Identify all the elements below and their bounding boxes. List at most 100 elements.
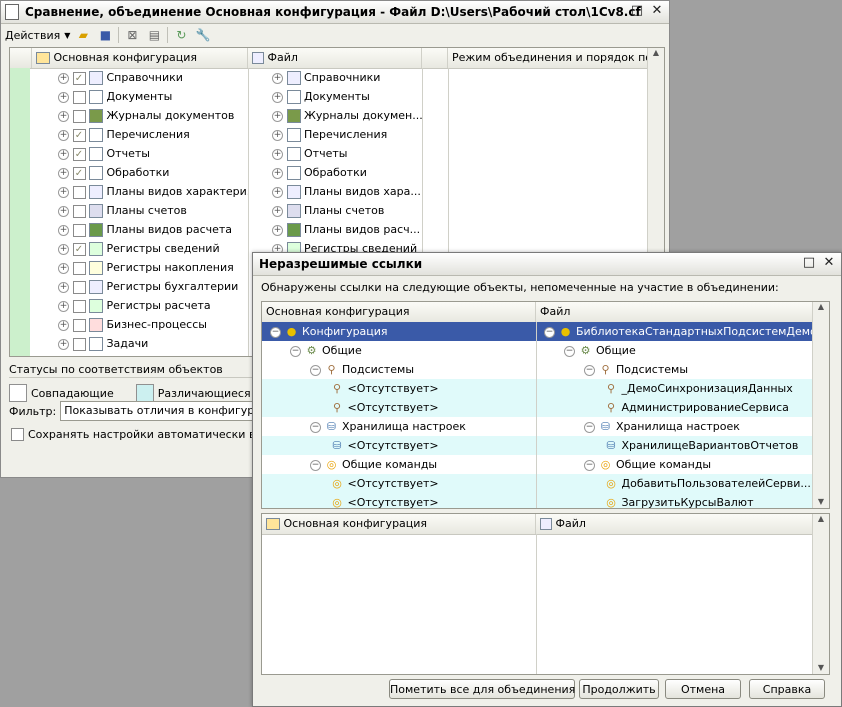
expand-icon[interactable]: + [272,129,283,141]
merge-checkbox[interactable]: ✓ [72,128,86,142]
expand-icon[interactable]: + [58,205,69,217]
close-icon[interactable]: ✕ [821,255,837,271]
collapse-icon[interactable]: − [290,345,301,357]
scroll-up-icon[interactable]: ▲ [648,48,664,57]
tree-row[interactable]: − ⚙ Общие − ⚙ Общие [262,341,813,360]
expand-icon[interactable]: + [58,148,69,160]
header-file[interactable]: Файл [248,48,422,68]
merge-checkbox[interactable]: ✓ [72,71,86,85]
refresh-icon[interactable]: ↻ [172,26,190,44]
tree-row[interactable]: − ⚲ Подсистемы − ⚲ Подсистемы [262,360,813,379]
merge-checkbox[interactable] [72,223,86,237]
tree-row[interactable]: ◎ <Отсутствует> ◎ ЗагрузитьКурсыВалют [262,493,813,508]
collapse-icon[interactable]: − [310,364,321,376]
settings-wrench-icon[interactable]: 🔧 [194,26,212,44]
filter-select[interactable]: Показывать отличия в конфигурациях [60,401,259,421]
merge-checkbox[interactable] [72,318,86,332]
tree-row[interactable]: + ✓ Справочники + Справочники [10,68,664,87]
open-folder-icon[interactable]: ▰ [74,26,92,44]
collapse-icon[interactable]: − [584,364,595,376]
merge-checkbox[interactable]: ✓ [72,147,86,161]
expand-icon[interactable]: + [58,167,69,179]
maximize-icon[interactable]: □ [801,255,817,271]
header-main-config[interactable]: Основная конфигурация [262,302,536,322]
unresolved-links-grid[interactable]: Основная конфигурация Файл − ● Конфигура… [261,301,830,509]
maximize-icon[interactable]: □ [629,3,645,19]
expand-icon[interactable]: + [58,300,69,312]
merge-checkbox[interactable] [72,280,86,294]
expand-icon[interactable]: + [58,72,69,84]
tree-row[interactable]: ⛁ <Отсутствует> ⛁ ХранилищеВариантовОтчет… [262,436,813,455]
expand-icon[interactable]: + [58,319,69,331]
expand-icon[interactable]: + [272,167,283,179]
expand-icon[interactable]: + [272,224,283,236]
autosave-checkbox[interactable] [11,428,24,441]
merge-checkbox[interactable] [72,261,86,275]
expand-icon[interactable]: + [272,91,283,103]
merge-checkbox[interactable]: ✓ [72,242,86,256]
expand-icon[interactable]: + [272,205,283,217]
expand-icon[interactable]: + [272,110,283,122]
tree-row[interactable]: − ◎ Общие команды − ◎ Общие команды [262,455,813,474]
expand-icon[interactable]: + [272,186,283,198]
tree-row[interactable]: + Журналы документов + Журналы докумен... [10,106,664,125]
tree-row[interactable]: ⚲ <Отсутствует> ⚲ _ДемоСинхронизацияДанны… [262,379,813,398]
vertical-scrollbar[interactable]: ▲ ▼ [812,514,829,674]
collapse-icon[interactable]: − [564,345,575,357]
merge-checkbox[interactable] [72,337,86,351]
collapse-icon[interactable]: − [584,421,595,433]
save-icon[interactable]: ■ [96,26,114,44]
expand-icon[interactable]: + [272,72,283,84]
expand-icon[interactable]: + [58,110,69,122]
actions-menu[interactable]: Действия [5,29,60,42]
collapse-icon[interactable]: − [310,459,321,471]
merge-checkbox[interactable] [72,109,86,123]
tree-row[interactable]: + Планы видов характери... + Планы видов … [10,182,664,201]
tree-row[interactable]: + ✓ Перечисления + Перечисления [10,125,664,144]
tree-row[interactable]: ◎ <Отсутствует> ◎ ДобавитьПользователейСе… [262,474,813,493]
close-icon[interactable]: ✕ [649,3,665,19]
expand-icon[interactable]: + [58,91,69,103]
tree-row[interactable]: + Документы + Документы [10,87,664,106]
merge-checkbox[interactable] [72,299,86,313]
merge-checkbox[interactable] [72,204,86,218]
merge-checkbox[interactable] [72,90,86,104]
tree-row[interactable]: + ✓ Обработки + Обработки [10,163,664,182]
tree-row[interactable]: − ● Конфигурация − ● БиблиотекаСтандартны… [262,322,813,341]
cancel-button[interactable]: Отмена [665,679,741,699]
collapse-icon[interactable]: − [310,421,321,433]
header-file[interactable]: Файл [536,302,813,322]
header-main-config[interactable]: Основная конфигурация [262,514,536,534]
header-main-config[interactable]: Основная конфигурация [32,48,248,68]
scroll-up-icon[interactable]: ▲ [813,302,829,311]
tree-row[interactable]: ⚲ <Отсутствует> ⚲ АдминистрированиеСервис… [262,398,813,417]
tree-row[interactable]: − ⛁ Хранилища настроек − ⛁ Хранилища наст… [262,417,813,436]
collapse-icon[interactable]: − [584,459,595,471]
expand-icon[interactable]: + [58,243,69,255]
scroll-down-icon[interactable]: ▼ [813,497,829,506]
expand-icon[interactable]: + [272,148,283,160]
expand-icon[interactable]: + [58,281,69,293]
header-file[interactable]: Файл [536,514,813,534]
scroll-down-icon[interactable]: ▼ [813,663,829,672]
tree-row[interactable]: + ✓ Отчеты + Отчеты [10,144,664,163]
continue-button[interactable]: Продолжить [579,679,659,699]
mark-all-button[interactable]: Пометить все для объединения [389,679,575,699]
report-icon[interactable]: ▤ [145,26,163,44]
vertical-scrollbar[interactable]: ▲ ▼ [812,302,829,508]
scroll-up-icon[interactable]: ▲ [813,514,829,523]
merge-checkbox[interactable]: ✓ [72,166,86,180]
find-icon[interactable]: ⊠ [123,26,141,44]
expand-icon[interactable]: + [58,224,69,236]
header-merge-mode[interactable]: Режим объединения и порядок подч... [448,48,648,68]
expand-icon[interactable]: + [58,129,69,141]
tree-row[interactable]: + Планы видов расчета + Планы видов расч.… [10,220,664,239]
expand-icon[interactable]: + [58,338,69,350]
merge-checkbox[interactable] [72,185,86,199]
expand-icon[interactable]: + [58,186,69,198]
dropdown-arrow-icon[interactable]: ▼ [64,31,70,40]
collapse-icon[interactable]: − [544,326,555,338]
tree-row[interactable]: + Планы счетов + Планы счетов [10,201,664,220]
details-grid[interactable]: Основная конфигурация Файл ▲ ▼ [261,513,830,675]
collapse-icon[interactable]: − [270,326,281,338]
